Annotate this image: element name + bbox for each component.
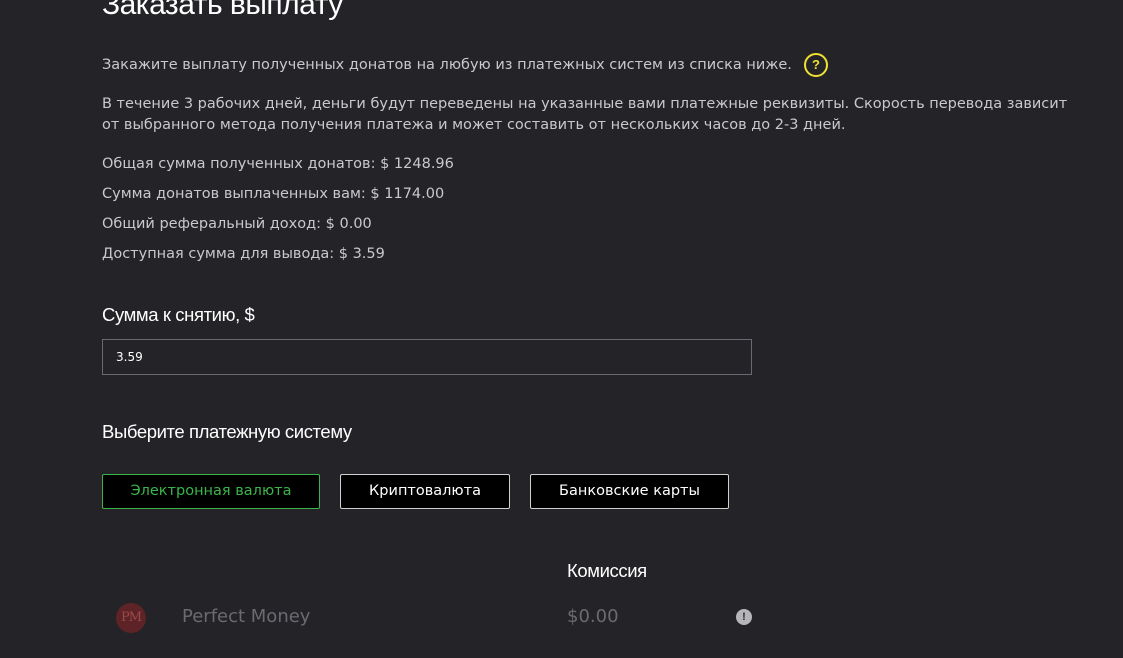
tab-crypto[interactable]: Криптовалюта [340, 474, 510, 509]
tab-e-currency[interactable]: Электронная валюта [102, 474, 320, 509]
amount-label: Сумма к снятию, $ [102, 304, 255, 325]
payout-note-line: В течение 3 рабочих дней, деньги будут п… [102, 96, 1068, 112]
stat-label: Общий реферальный доход: [102, 216, 322, 232]
payment-system-label: Выберите платежную систему [102, 421, 352, 442]
amount-input[interactable] [102, 339, 752, 375]
payout-note-line: от выбранного метода получения платежа и… [102, 117, 846, 133]
payout-note: В течение 3 рабочих дней, деньги будут п… [102, 94, 1072, 136]
payment-method-name: Perfect Money [182, 606, 311, 627]
tab-bank-cards[interactable]: Банковские карты [530, 474, 729, 509]
stat-label: Сумма донатов выплаченных вам: [102, 186, 366, 202]
payment-method-row[interactable]: PM Perfect Money $0.00 ! [0, 600, 1123, 634]
info-icon[interactable]: ! [736, 609, 752, 625]
intro-text: Закажите выплату полученных донатов на л… [102, 57, 792, 73]
commission-header: Комиссия [567, 560, 647, 581]
stat-label: Доступная сумма для вывода: [102, 246, 335, 262]
perfect-money-logo: PM [116, 603, 146, 633]
stat-value: $ 0.00 [325, 216, 372, 232]
stat-value: $ 1174.00 [370, 186, 445, 202]
stats-list: Общая сумма полученных донатов: $ 1248.9… [102, 153, 454, 273]
help-icon[interactable]: ? [803, 53, 828, 77]
stat-total-paid: Сумма донатов выплаченных вам: $ 1174.00 [102, 183, 454, 213]
stat-available: Доступная сумма для вывода: $ 3.59 [102, 243, 454, 273]
payment-method-fee: $0.00 [567, 606, 619, 627]
intro-row: Закажите выплату полученных донатов на л… [102, 53, 828, 77]
payout-page: Заказать выплату Закажите выплату получе… [0, 0, 1123, 658]
stat-value: $ 3.59 [338, 246, 385, 262]
stat-total-received: Общая сумма полученных донатов: $ 1248.9… [102, 153, 454, 183]
page-title: Заказать выплату [102, 0, 343, 21]
stat-referral-income: Общий реферальный доход: $ 0.00 [102, 213, 454, 243]
stat-value: $ 1248.96 [380, 156, 454, 172]
stat-label: Общая сумма полученных донатов: [102, 156, 376, 172]
